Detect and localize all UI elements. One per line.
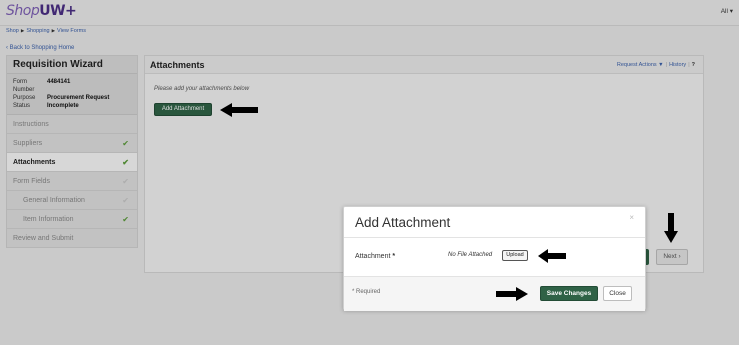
attachment-field-label: Attachment * (355, 253, 395, 260)
add-attachment-modal: Add Attachment × Attachment * No File At… (343, 206, 646, 311)
required-star: * (392, 253, 396, 260)
upload-button[interactable]: Upload (502, 250, 528, 261)
attachment-label-text: Attachment (355, 253, 391, 260)
no-file-attached-text: No File Attached (448, 252, 493, 258)
close-icon[interactable]: × (629, 213, 634, 222)
modal-footer: * Required Save Changes Close (344, 276, 645, 311)
close-button[interactable]: Close (603, 286, 632, 301)
modal-title: Add Attachment (355, 215, 451, 230)
save-changes-button[interactable]: Save Changes (540, 286, 598, 301)
right-arrow-icon (496, 287, 528, 301)
required-note: * Required (352, 289, 381, 295)
left-arrow-icon (538, 249, 566, 263)
modal-divider (344, 237, 645, 238)
